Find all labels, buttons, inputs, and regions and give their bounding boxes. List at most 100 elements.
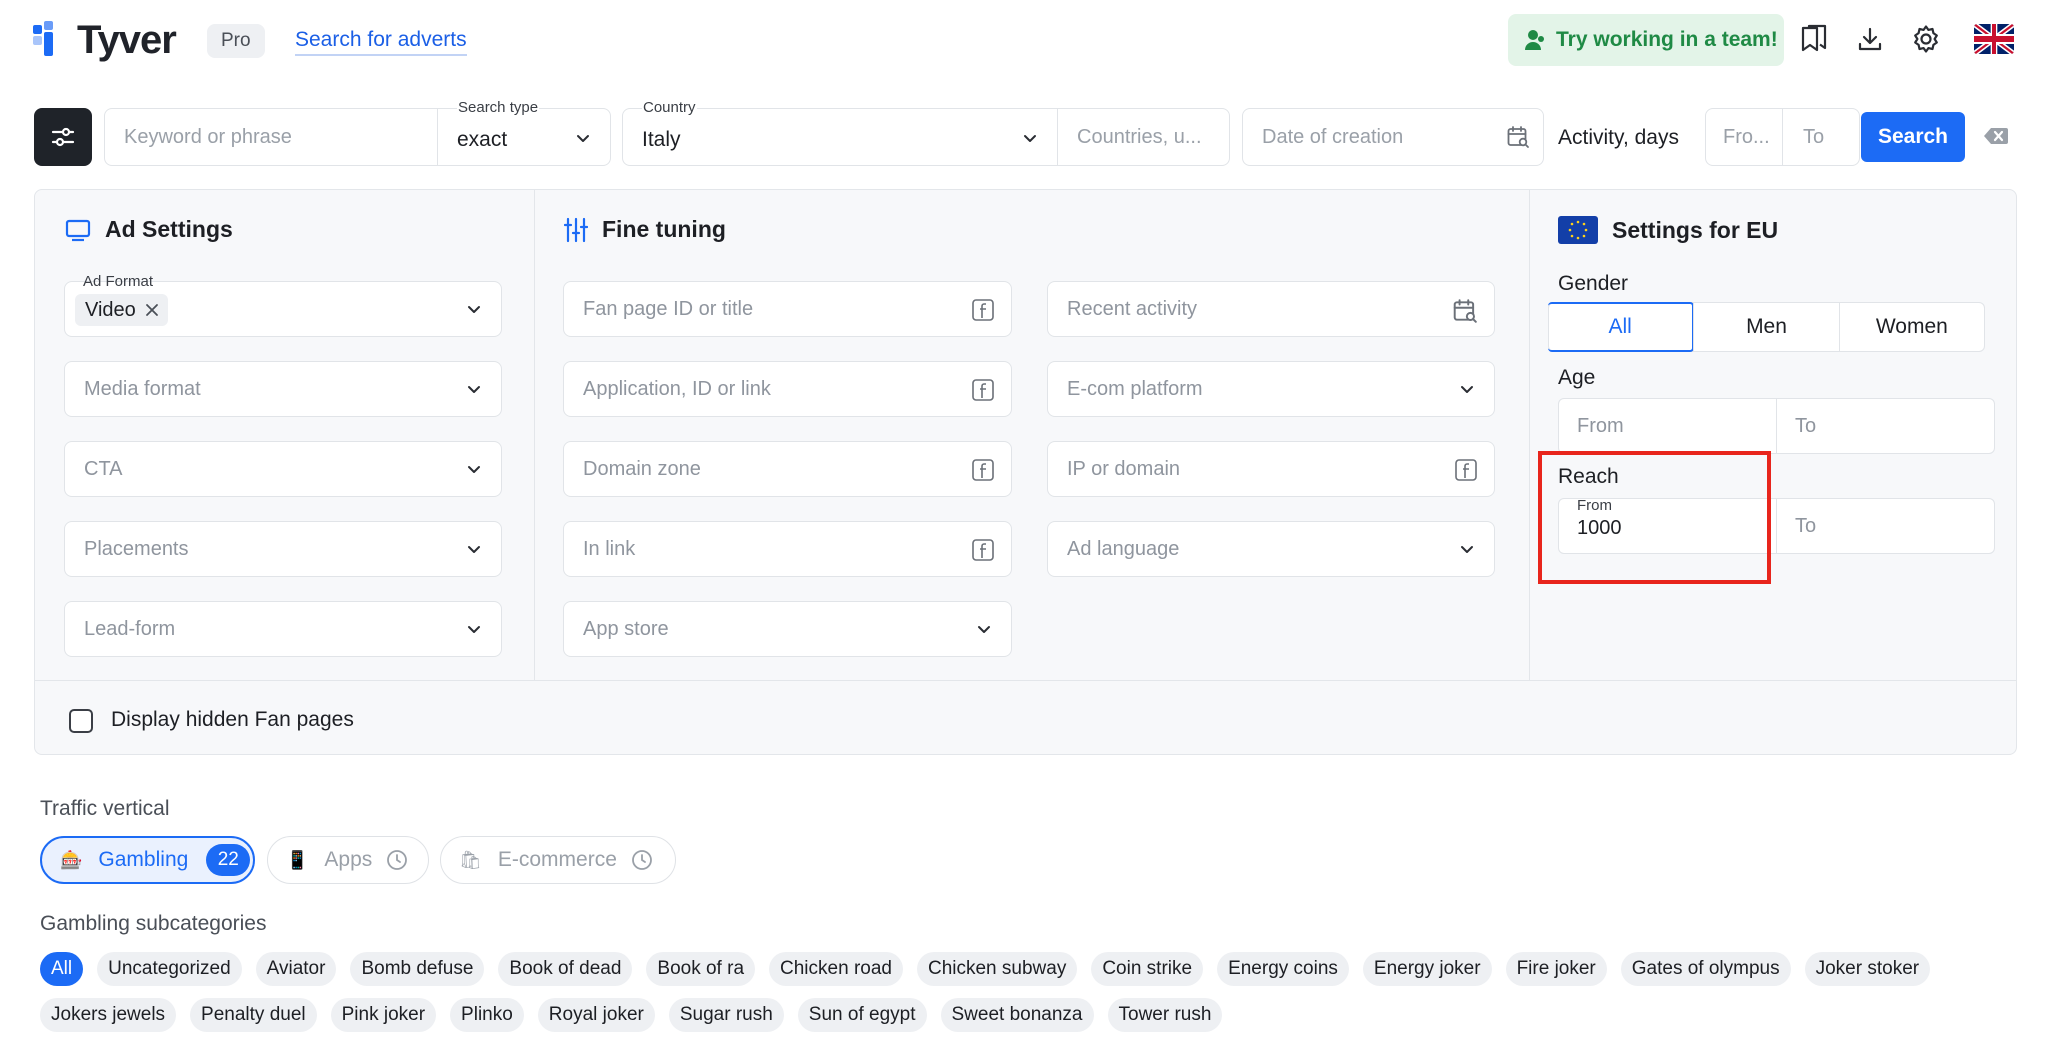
ad-format-label: Ad Format bbox=[83, 273, 154, 290]
remove-chip-icon[interactable] bbox=[144, 302, 160, 318]
equalizer-icon bbox=[564, 217, 588, 243]
ad-language-select[interactable]: Ad language bbox=[1047, 521, 1495, 577]
subcategory-tag[interactable]: Penalty duel bbox=[190, 998, 317, 1032]
subcategory-tag[interactable]: Gates of olympus bbox=[1620, 952, 1791, 986]
subcategory-tag[interactable]: Plinko bbox=[450, 998, 524, 1032]
chevron-down-icon bbox=[978, 626, 990, 633]
sliders-icon bbox=[51, 127, 75, 147]
vertical-ecommerce[interactable]: 🛍 E-commerce bbox=[440, 836, 676, 884]
subcategory-tag[interactable]: Book of dead bbox=[498, 952, 633, 986]
download-icon[interactable] bbox=[1853, 22, 1887, 56]
chevron-down-icon bbox=[468, 466, 480, 473]
placements-select[interactable]: Placements bbox=[64, 521, 502, 577]
column-divider bbox=[534, 190, 535, 680]
search-adverts-link[interactable]: Search for adverts bbox=[295, 28, 467, 56]
shopping-bag-icon: 🛍 bbox=[459, 849, 482, 870]
facebook-icon bbox=[971, 458, 995, 487]
gender-option-all[interactable]: All bbox=[1548, 302, 1695, 352]
subcategory-tag[interactable]: Chicken subway bbox=[916, 952, 1078, 986]
chevron-down-icon bbox=[1461, 546, 1473, 553]
subcategory-tag[interactable]: Fire joker bbox=[1505, 952, 1607, 986]
age-to-input[interactable]: To bbox=[1776, 399, 1994, 453]
gender-option-men[interactable]: Men bbox=[1693, 303, 1838, 351]
vertical-apps[interactable]: 📱 Apps bbox=[267, 836, 429, 884]
vertical-gambling[interactable]: 🎰 Gambling 22 bbox=[40, 836, 255, 884]
facebook-icon bbox=[971, 538, 995, 567]
activity-from-input[interactable]: Fro... bbox=[1705, 108, 1783, 166]
subcategory-tag[interactable]: All bbox=[40, 952, 84, 986]
age-from-input[interactable]: From bbox=[1559, 399, 1776, 453]
facebook-icon bbox=[1454, 458, 1478, 487]
date-of-creation-input[interactable]: Date of creation bbox=[1242, 108, 1544, 166]
in-link-input[interactable]: In link bbox=[563, 521, 1012, 577]
keyword-input[interactable]: Keyword or phrase bbox=[104, 108, 438, 166]
subcategory-tag[interactable]: Energy coins bbox=[1217, 952, 1349, 986]
logo-icon bbox=[33, 20, 65, 61]
brand-name: Tyver bbox=[77, 18, 177, 62]
subcategory-tag[interactable]: Bomb defuse bbox=[350, 952, 485, 986]
subcategory-tag[interactable]: Uncategorized bbox=[97, 952, 242, 986]
chevron-down-icon bbox=[468, 386, 480, 393]
subcategory-tag[interactable]: Pink joker bbox=[330, 998, 437, 1032]
activity-days-label: Activity, days bbox=[1558, 126, 1679, 149]
filters-toggle-button[interactable] bbox=[34, 108, 92, 166]
chevron-down-icon bbox=[577, 135, 589, 142]
app-store-select[interactable]: App store bbox=[563, 601, 1012, 657]
chevron-down-icon bbox=[1024, 135, 1036, 142]
subcategory-tag[interactable]: Sugar rush bbox=[668, 998, 784, 1032]
ad-format-select[interactable]: Ad Format Video bbox=[64, 273, 502, 337]
country-label: Country bbox=[642, 99, 697, 116]
gear-icon[interactable] bbox=[1909, 22, 1943, 56]
clear-search-icon[interactable] bbox=[1983, 126, 2009, 151]
uk-flag-icon[interactable] bbox=[1974, 24, 2014, 54]
team-button[interactable]: Try working in a team! bbox=[1508, 14, 1784, 66]
media-format-select[interactable]: Media format bbox=[64, 361, 502, 417]
subcategory-tag[interactable]: Joker stoker bbox=[1804, 952, 1931, 986]
ip-domain-input[interactable]: IP or domain bbox=[1047, 441, 1495, 497]
plan-badge: Pro bbox=[207, 24, 265, 58]
lead-form-select[interactable]: Lead-form bbox=[64, 601, 502, 657]
date-placeholder: Date of creation bbox=[1262, 126, 1404, 148]
country-value: Italy bbox=[642, 128, 681, 151]
facebook-icon bbox=[971, 298, 995, 327]
countries-placeholder: Countries, u... bbox=[1077, 126, 1202, 148]
calendar-search-icon bbox=[1507, 126, 1529, 148]
cta-select[interactable]: CTA bbox=[64, 441, 502, 497]
activity-to-input[interactable]: To bbox=[1782, 108, 1860, 166]
application-input[interactable]: Application, ID or link bbox=[563, 361, 1012, 417]
subcategory-tag[interactable]: Royal joker bbox=[537, 998, 655, 1032]
recent-activity-input[interactable]: Recent activity bbox=[1047, 281, 1495, 337]
subcategory-tag[interactable]: Coin strike bbox=[1091, 952, 1204, 986]
subcategory-tag[interactable]: Aviator bbox=[255, 952, 337, 986]
bookmarks-icon[interactable] bbox=[1797, 22, 1831, 56]
clock-icon bbox=[631, 849, 653, 871]
fan-page-input[interactable]: Fan page ID or title bbox=[563, 281, 1012, 337]
activity-from-placeholder: Fro... bbox=[1723, 126, 1770, 148]
subcategory-tag[interactable]: Jokers jewels bbox=[40, 998, 177, 1032]
hidden-fan-pages-checkbox[interactable] bbox=[69, 709, 93, 733]
hidden-fan-pages-label: Display hidden Fan pages bbox=[111, 708, 354, 731]
country-select[interactable]: Country Italy bbox=[622, 99, 1058, 166]
subcategory-tag[interactable]: Book of ra bbox=[646, 952, 756, 986]
gender-label: Gender bbox=[1558, 272, 1629, 295]
phone-icon: 📱 bbox=[286, 849, 309, 870]
subcategory-tag[interactable]: Sweet bonanza bbox=[940, 998, 1094, 1032]
chevron-down-icon bbox=[468, 546, 480, 553]
eu-settings-title: Settings for EU bbox=[1558, 216, 1778, 244]
subcategory-tag[interactable]: Chicken road bbox=[769, 952, 903, 986]
countries-input[interactable]: Countries, u... bbox=[1057, 108, 1230, 166]
domain-zone-input[interactable]: Domain zone bbox=[563, 441, 1012, 497]
reach-to-input[interactable]: To bbox=[1776, 499, 1994, 553]
subcategory-tag[interactable]: Energy joker bbox=[1362, 952, 1492, 986]
gender-option-women[interactable]: Women bbox=[1838, 303, 1984, 351]
activity-to-placeholder: To bbox=[1803, 126, 1825, 148]
search-button[interactable]: Search bbox=[1861, 112, 1965, 162]
search-type-select[interactable]: Search type exact bbox=[437, 99, 611, 166]
chevron-down-icon bbox=[468, 626, 480, 633]
logo[interactable]: Tyver bbox=[33, 18, 177, 63]
subcategory-tag[interactable]: Tower rush bbox=[1107, 998, 1223, 1032]
subcategory-tag[interactable]: Sun of egypt bbox=[797, 998, 927, 1032]
subcategory-tags: All Uncategorized Aviator Bomb defuse Bo… bbox=[40, 952, 2020, 1032]
age-label: Age bbox=[1558, 366, 1596, 389]
ecom-platform-select[interactable]: E-com platform bbox=[1047, 361, 1495, 417]
